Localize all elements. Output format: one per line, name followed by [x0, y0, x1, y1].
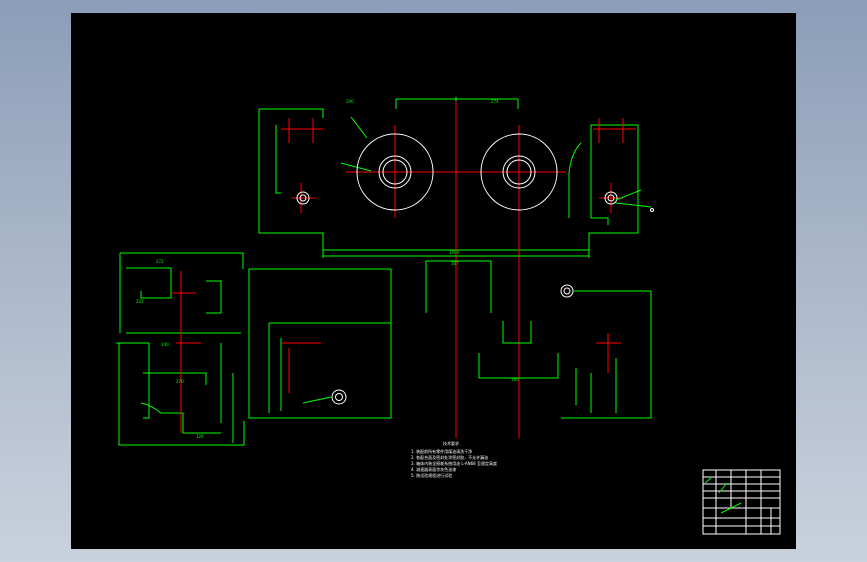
note-4: 4. 减速器表面涂灰色油漆	[411, 466, 456, 472]
top-view: 290 274 1000	[258, 97, 654, 438]
cad-canvas[interactable]: 290 274 1000 272 232 140 270 126 307 160…	[71, 13, 796, 549]
notes-title: 技术要求	[443, 440, 459, 446]
dim-center-top: 307	[451, 261, 459, 266]
note-3: 3. 箱体内装全损耗系统用油 L-AN68 至规定高度	[411, 460, 497, 466]
dim-left-top: 272	[156, 259, 164, 264]
note-2: 2. 各配合面及密封处涂密封胶，不允许漏油	[411, 454, 488, 460]
dim-left-bottom: 126	[196, 434, 204, 439]
dim-left-top2: 232	[136, 299, 144, 304]
technical-notes: 技术要求 1. 装配前所有零件用煤油清洗干净 2. 各配合面及密封处涂密封胶，不…	[411, 440, 497, 478]
dim-top-left: 290	[346, 99, 354, 104]
note-1: 1. 装配前所有零件用煤油清洗干净	[411, 448, 472, 454]
dim-center-bottom: 160	[511, 377, 519, 382]
title-block	[702, 469, 781, 535]
note-5: 5. 按试验规程进行试验	[411, 472, 452, 478]
dim-overall: 1000	[449, 250, 460, 255]
dim-left-mid: 140	[161, 342, 169, 347]
front-view: 307 160	[248, 260, 652, 419]
dim-left-lower: 270	[176, 379, 184, 384]
cad-drawing: 290 274 1000 272 232 140 270 126 307 160…	[116, 97, 781, 535]
dim-top-right: 274	[491, 99, 499, 104]
left-view: 272 232 140 270 126	[116, 252, 245, 446]
